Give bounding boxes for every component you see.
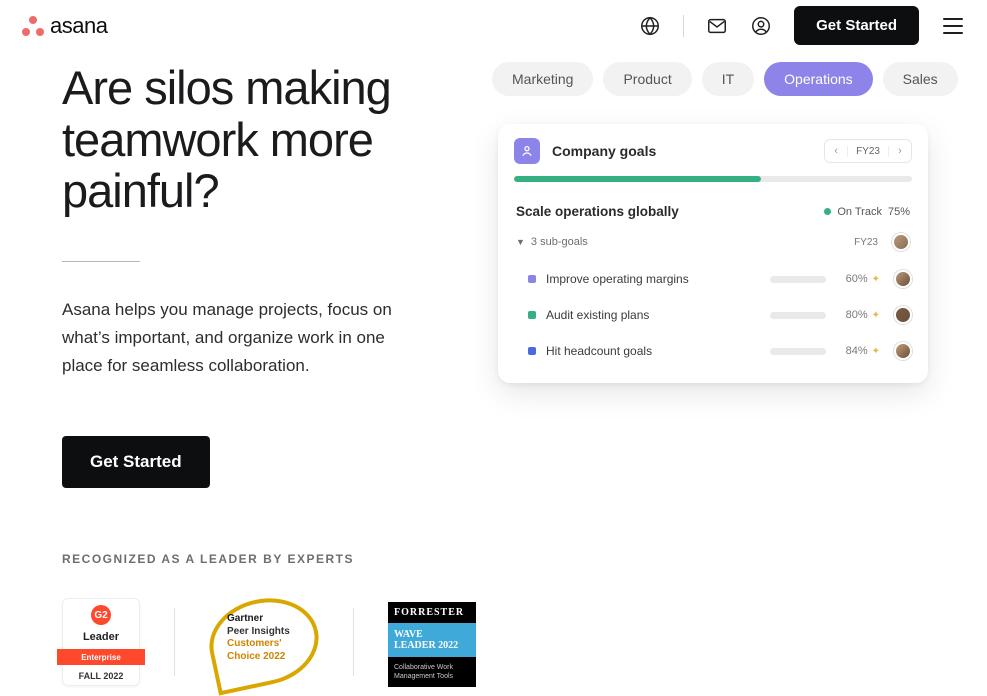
hero-divider — [62, 261, 140, 262]
goal-color-icon — [528, 275, 536, 283]
goal-progress-track — [770, 276, 826, 283]
goals-card: Company goals ‹ FY23 › Scale operations … — [498, 124, 928, 383]
logo-wordmark: asana — [50, 13, 107, 39]
status-dot-icon — [824, 208, 831, 215]
goal-name: Hit headcount goals — [546, 344, 706, 358]
g2-title: Leader — [83, 631, 119, 643]
badge-gartner: Gartner Peer Insights Customers' Choice … — [209, 599, 319, 685]
subgoals-count: 3 sub-goals — [531, 236, 588, 248]
user-icon — [514, 138, 540, 164]
category-tabs: Marketing Product IT Operations Sales — [492, 62, 987, 96]
tab-sales[interactable]: Sales — [883, 62, 958, 96]
tab-operations[interactable]: Operations — [764, 62, 872, 96]
goal-name: Audit existing plans — [546, 308, 706, 322]
tab-product[interactable]: Product — [603, 62, 691, 96]
hero-title: Are silos making teamwork more painful? — [62, 62, 482, 217]
globe-icon[interactable] — [639, 15, 661, 37]
badge-divider — [353, 608, 354, 676]
star-icon: ✦ — [872, 274, 880, 285]
subgoals-list: Improve operating margins60%✦Audit exist… — [514, 261, 912, 369]
avatar — [894, 306, 912, 324]
forrester-mid: WAVE LEADER 2022 — [388, 623, 476, 657]
card-title: Company goals — [552, 143, 656, 159]
nav-actions: Get Started — [639, 6, 965, 45]
star-icon: ✦ — [872, 310, 880, 321]
status-pct: 75% — [888, 206, 910, 218]
avatar — [892, 233, 910, 251]
avatar — [894, 342, 912, 360]
card-header: Company goals ‹ FY23 › — [498, 124, 928, 176]
goal-pct: 84% — [834, 345, 868, 357]
menu-icon[interactable] — [941, 16, 965, 36]
goal-name: Improve operating margins — [546, 272, 706, 286]
logo-mark-icon — [22, 16, 44, 36]
subgoal-row[interactable]: Improve operating margins 60% ✦ — [514, 261, 912, 297]
gartner-brand: Gartner — [227, 613, 290, 626]
nav-divider — [683, 15, 684, 37]
forrester-mid1: WAVE — [394, 629, 470, 640]
recognized-label: RECOGNIZED AS A LEADER BY EXPERTS — [62, 552, 482, 566]
period-label: FY23 — [847, 146, 889, 157]
account-icon[interactable] — [750, 15, 772, 37]
subgoals-period: FY23 — [854, 237, 878, 248]
avatar — [894, 270, 912, 288]
card-body: Scale operations globally On Track 75% ▼… — [498, 182, 928, 369]
get-started-nav-button[interactable]: Get Started — [794, 6, 919, 45]
main-goal-row: Scale operations globally On Track 75% — [514, 188, 912, 227]
g2-ribbon: Enterprise — [57, 649, 145, 665]
logo[interactable]: asana — [22, 13, 107, 39]
gartner-line1: Peer Insights — [227, 626, 290, 639]
hero-subtitle: Asana helps you manage projects, focus o… — [62, 296, 422, 380]
mail-icon[interactable] — [706, 15, 728, 37]
goal-pct: 80% — [834, 309, 868, 321]
forrester-footer: Collaborative Work Management Tools — [388, 657, 476, 687]
goal-color-icon — [528, 347, 536, 355]
goal-pct: 60% — [834, 273, 868, 285]
get-started-hero-button[interactable]: Get Started — [62, 436, 210, 488]
tab-it[interactable]: IT — [702, 62, 754, 96]
gartner-text: Gartner Peer Insights Customers' Choice … — [227, 613, 290, 663]
g2-period: FALL 2022 — [79, 671, 124, 681]
status-text: On Track — [837, 206, 882, 218]
subgoals-header[interactable]: ▼ 3 sub-goals FY23 — [514, 227, 912, 261]
forrester-brand: FORRESTER — [388, 602, 476, 623]
badges-row: G2 Leader Enterprise FALL 2022 Gartner P… — [62, 598, 482, 686]
caret-down-icon: ▼ — [516, 237, 525, 247]
subgoal-row[interactable]: Audit existing plans 80% ✦ — [514, 297, 912, 333]
chevron-left-icon[interactable]: ‹ — [825, 140, 847, 162]
subgoal-row[interactable]: Hit headcount goals 84% ✦ — [514, 333, 912, 369]
goal-progress-track — [770, 312, 826, 319]
main-goal-name: Scale operations globally — [516, 204, 679, 219]
main-goal-status: On Track 75% — [824, 206, 910, 218]
top-nav: asana Get Started — [0, 0, 987, 52]
badge-forrester: FORRESTER WAVE LEADER 2022 Collaborative… — [388, 602, 476, 682]
tab-marketing[interactable]: Marketing — [492, 62, 593, 96]
star-icon: ✦ — [872, 346, 880, 357]
hero-copy: Are silos making teamwork more painful? … — [62, 62, 482, 686]
badge-divider — [174, 608, 175, 676]
gartner-line3: Choice 2022 — [227, 651, 290, 664]
gartner-line2: Customers' — [227, 638, 290, 651]
recognized-section: RECOGNIZED AS A LEADER BY EXPERTS G2 Lea… — [62, 552, 482, 686]
period-switcher: ‹ FY23 › — [824, 139, 912, 163]
hero-visual: Marketing Product IT Operations Sales Compan… — [482, 62, 987, 686]
goal-color-icon — [528, 311, 536, 319]
badge-g2: G2 Leader Enterprise FALL 2022 — [62, 598, 140, 686]
goal-progress-track — [770, 348, 826, 355]
chevron-right-icon[interactable]: › — [889, 140, 911, 162]
forrester-mid2: LEADER 2022 — [394, 640, 470, 651]
g2-logo-icon: G2 — [91, 605, 111, 625]
